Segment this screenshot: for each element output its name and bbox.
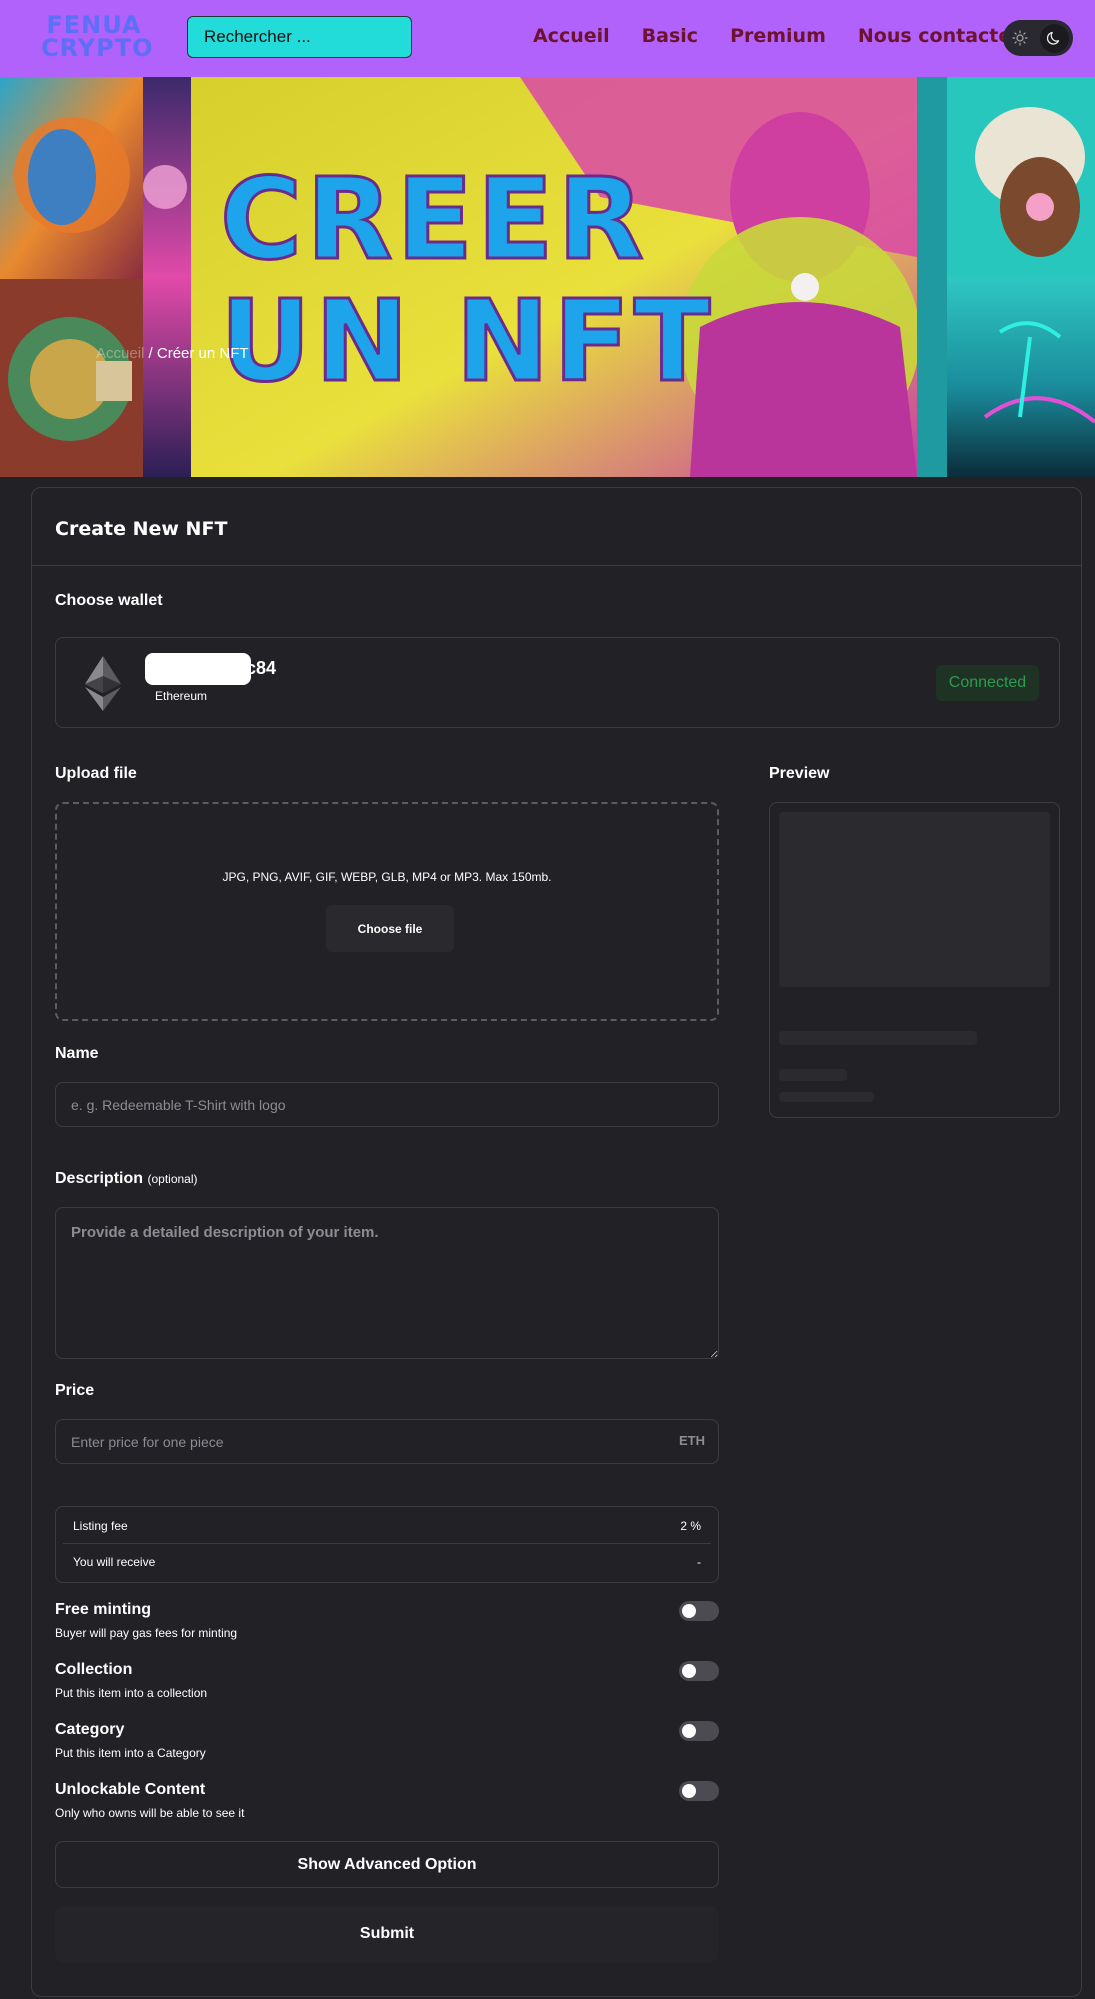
listing-fee-value: 2 %: [680, 1518, 701, 1533]
preview-price-placeholder: [779, 1069, 847, 1081]
option-title: Unlockable Content: [55, 1781, 206, 1798]
connected-badge: Connected: [936, 665, 1039, 701]
unlockable-content-toggle[interactable]: [679, 1781, 719, 1801]
nav-link-premium[interactable]: Premium: [730, 24, 826, 48]
receive-row: You will receive -: [63, 1544, 711, 1580]
theme-toggle-knob[interactable]: [1040, 23, 1069, 53]
option-category: Category Put this item into a Category: [55, 1721, 206, 1760]
hero-banner: CREER UN NFT Accueil / Créer un NFT: [0, 77, 1095, 477]
search-input[interactable]: [204, 27, 425, 47]
option-title: Collection: [55, 1661, 133, 1678]
option-title: Free minting: [55, 1601, 152, 1618]
description-input[interactable]: [55, 1207, 719, 1359]
search-box: [187, 16, 425, 58]
collection-toggle[interactable]: [679, 1661, 719, 1681]
card-header: Create New NFT: [32, 488, 1081, 566]
upload-file-label: Upload file: [55, 765, 137, 782]
logo-line-2: CRYPTO: [41, 34, 154, 62]
description-label-text: Description: [55, 1170, 144, 1187]
sun-icon[interactable]: [1012, 30, 1028, 46]
receive-label: You will receive: [73, 1555, 156, 1569]
wallet-card[interactable]: c84 Ethereum Connected: [55, 637, 1060, 728]
file-dropzone[interactable]: JPG, PNG, AVIF, GIF, WEBP, GLB, MP4 or M…: [55, 802, 719, 1021]
category-toggle[interactable]: [679, 1721, 719, 1741]
price-input[interactable]: [55, 1419, 719, 1464]
wallet-network: Ethereum: [155, 689, 208, 703]
description-label: Description (optional): [55, 1170, 198, 1188]
theme-toggle[interactable]: [1003, 20, 1073, 56]
fees-box: Listing fee 2 % You will receive -: [55, 1506, 719, 1583]
free-minting-toggle[interactable]: [679, 1601, 719, 1621]
banner-headline-line-2: UN NFT: [218, 277, 715, 407]
choose-wallet-label: Choose wallet: [55, 592, 163, 609]
nav-link-accueil[interactable]: Accueil: [533, 24, 610, 48]
option-unlockable-content: Unlockable Content Only who owns will be…: [55, 1781, 244, 1820]
create-nft-card: Create New NFT Choose wallet c84 Ethereu…: [31, 487, 1082, 1997]
option-title: Category: [55, 1721, 125, 1738]
price-label: Price: [55, 1382, 95, 1399]
breadcrumb-separator: /: [144, 345, 157, 362]
option-subtitle: Put this item into a Category: [55, 1746, 206, 1760]
name-input[interactable]: [55, 1082, 719, 1127]
option-subtitle: Buyer will pay gas fees for minting: [55, 1626, 238, 1640]
nav-link-basic[interactable]: Basic: [642, 24, 698, 48]
listing-fee-row: Listing fee 2 %: [63, 1508, 711, 1544]
preview-title-placeholder: [779, 1031, 977, 1045]
price-unit: ETH: [679, 1433, 705, 1448]
top-header: FENUA CRYPTO Accueil Basic Premium Nous …: [0, 0, 1095, 77]
upload-hint: JPG, PNG, AVIF, GIF, WEBP, GLB, MP4 or M…: [222, 870, 552, 884]
option-collection: Collection Put this item into a collecti…: [55, 1661, 207, 1700]
preview-image-placeholder: [779, 812, 1050, 987]
receive-value: -: [697, 1555, 701, 1569]
option-subtitle: Only who owns will be able to see it: [55, 1806, 245, 1820]
name-label: Name: [55, 1045, 99, 1062]
wallet-address-redaction: [145, 653, 251, 685]
preview-meta-placeholder: [779, 1092, 874, 1102]
preview-label: Preview: [769, 765, 830, 782]
breadcrumb: Accueil / Créer un NFT: [96, 345, 249, 362]
moon-icon: [1046, 31, 1059, 45]
option-free-minting: Free minting Buyer will pay gas fees for…: [55, 1601, 237, 1640]
breadcrumb-home[interactable]: Accueil: [96, 345, 144, 362]
banner-headline: CREER UN NFT: [218, 155, 715, 407]
listing-fee-label: Listing fee: [73, 1518, 128, 1533]
show-advanced-button[interactable]: Show Advanced Option: [55, 1841, 719, 1888]
nav-link-contact[interactable]: Nous contacter: [858, 24, 1021, 48]
ethereum-icon: [85, 656, 121, 711]
main-nav: Accueil Basic Premium Nous contacter: [533, 24, 1021, 48]
page-title: Create New NFT: [55, 518, 228, 540]
nft-preview-card: [769, 802, 1060, 1118]
breadcrumb-current: Créer un NFT: [156, 345, 249, 362]
site-logo[interactable]: FENUA CRYPTO: [41, 13, 154, 62]
banner-headline-line-1: CREER: [218, 155, 648, 285]
choose-file-button[interactable]: Choose file: [326, 905, 454, 952]
option-subtitle: Put this item into a collection: [55, 1686, 208, 1700]
submit-button[interactable]: Submit: [55, 1906, 719, 1962]
description-optional: (optional): [147, 1172, 198, 1186]
